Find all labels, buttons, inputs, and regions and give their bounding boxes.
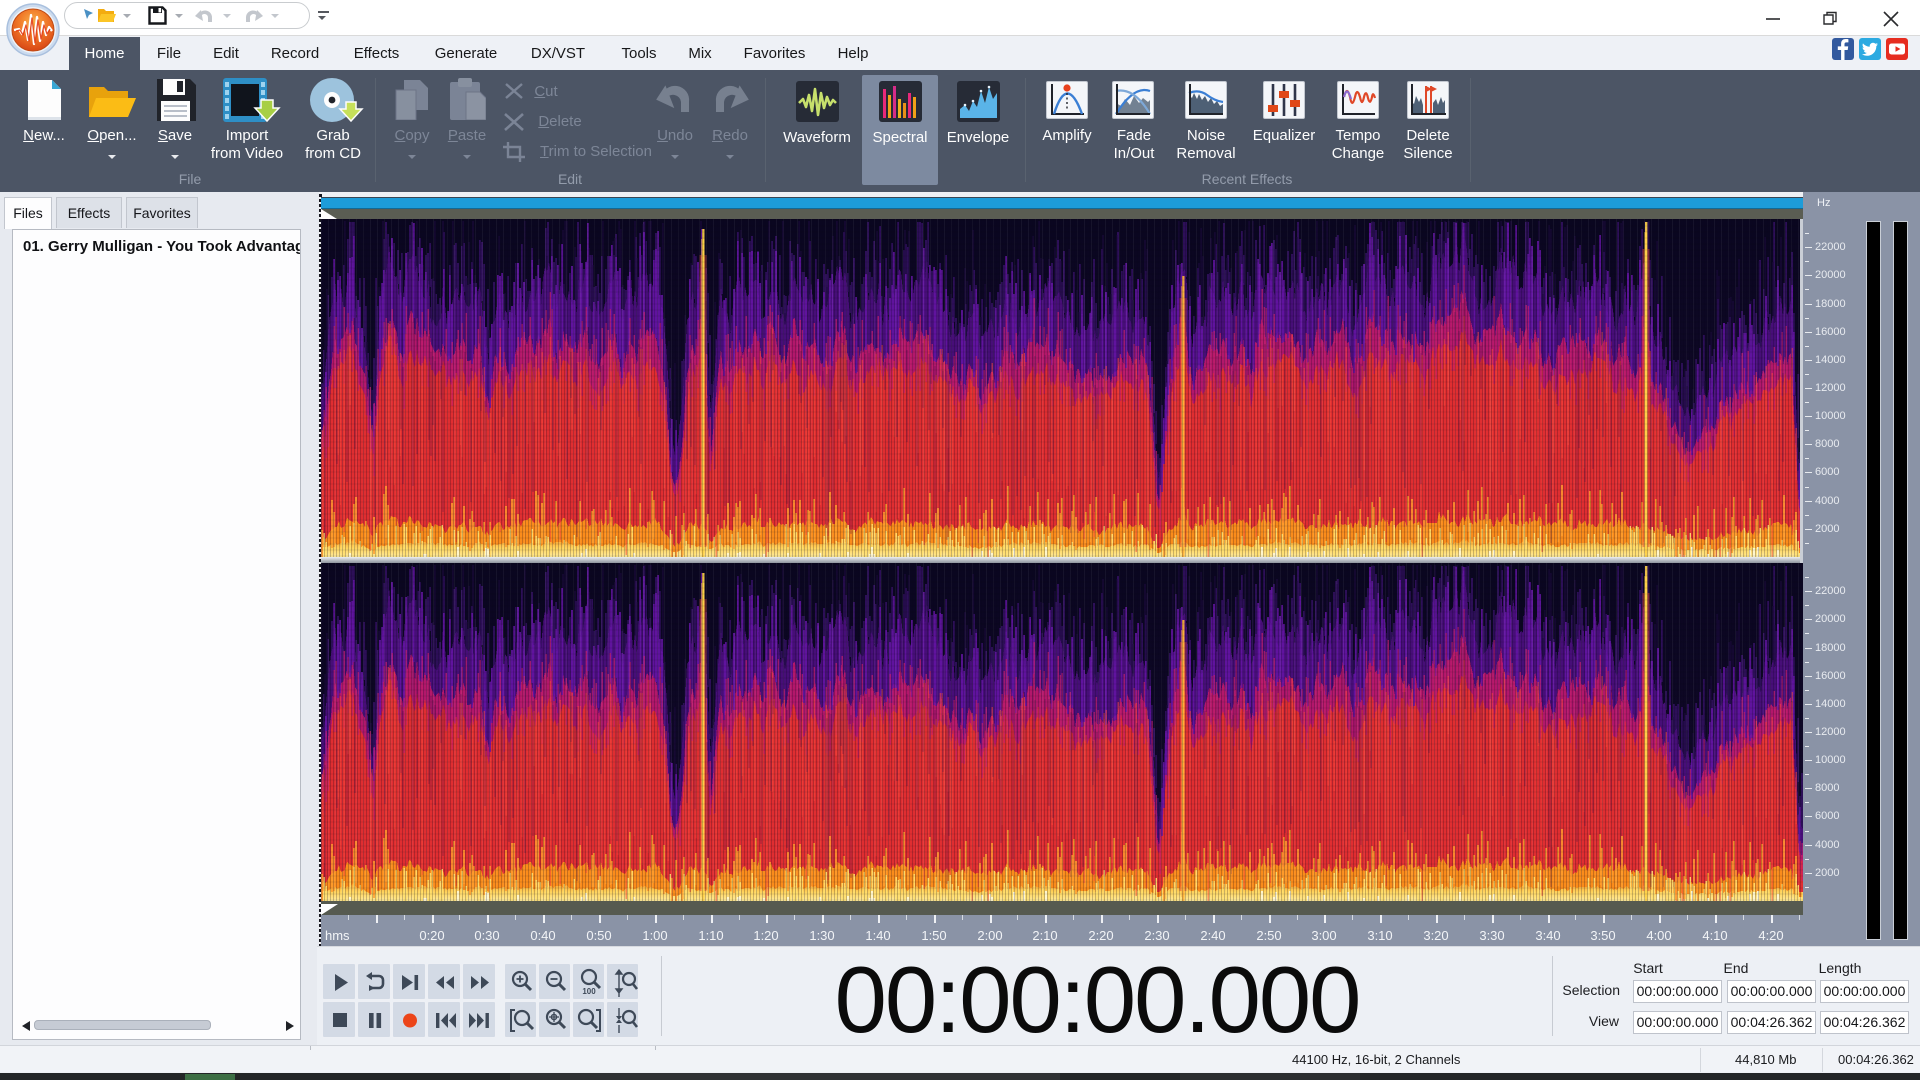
svg-text:100: 100 — [582, 987, 596, 996]
